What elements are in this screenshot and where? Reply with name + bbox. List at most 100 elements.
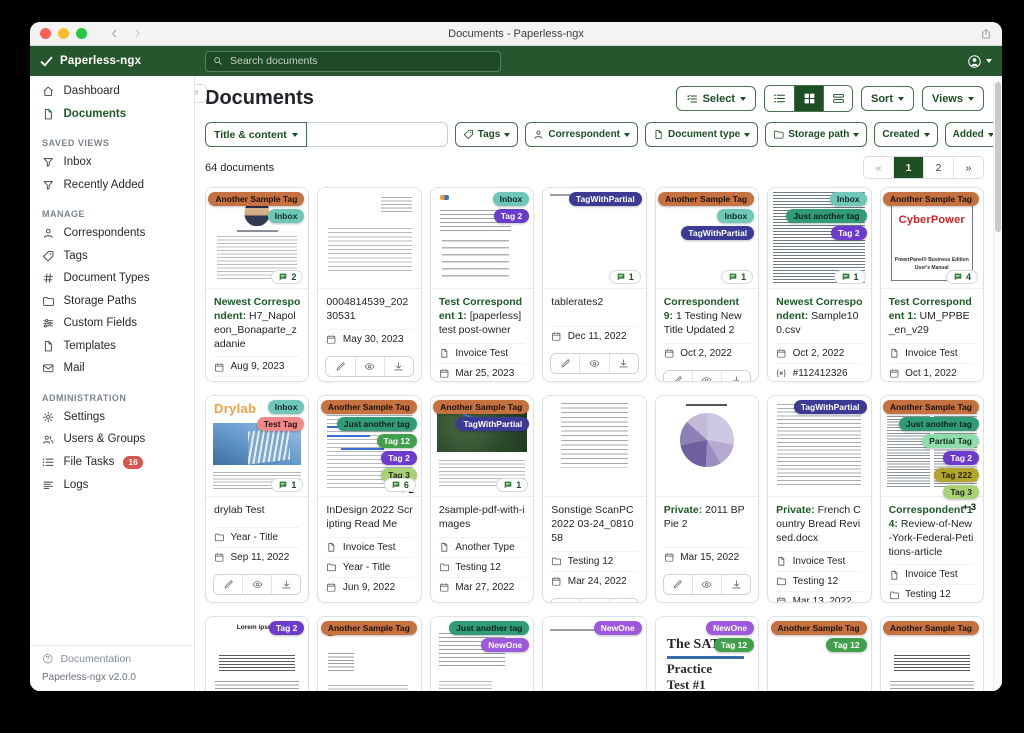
tag-tag-3[interactable]: Tag 3: [943, 485, 979, 499]
tag-just-another-tag[interactable]: Just another tag: [337, 417, 417, 431]
tag-tag-2[interactable]: Tag 2: [943, 451, 979, 465]
comment-count-badge[interactable]: 1: [834, 270, 866, 284]
pagination-item-[interactable]: «: [864, 157, 893, 178]
detail-calendar[interactable]: Mar 24, 2022: [551, 571, 637, 591]
filter-button-created[interactable]: Created: [874, 122, 937, 147]
detail-calendar[interactable]: Mar 25, 2023: [439, 363, 525, 382]
sidebar-item-dashboard[interactable]: Dashboard: [30, 80, 194, 103]
sort-button[interactable]: Sort: [861, 86, 914, 111]
comment-count-badge[interactable]: 4: [946, 270, 978, 284]
detail-calendar[interactable]: Mar 13, 2022: [776, 591, 862, 603]
tag-tag-222[interactable]: Tag 222: [934, 468, 979, 482]
document-card[interactable]: The SATPracticeTest #1NewOneTag 12: [655, 616, 759, 691]
tag-test-tag[interactable]: Test Tag: [257, 417, 305, 431]
view-button[interactable]: [579, 354, 608, 373]
detail-calendar[interactable]: Mar 15, 2022: [664, 547, 750, 567]
edit-button[interactable]: [664, 575, 692, 594]
document-card[interactable]: Sonstige ScanPC2022 03-24_081058Testing …: [542, 395, 646, 603]
document-title[interactable]: InDesign 2022 Scripting Read Me: [318, 497, 420, 537]
scrollbar-thumb[interactable]: [995, 82, 1001, 232]
tag-tag-2[interactable]: Tag 2: [831, 226, 867, 240]
detail-asn[interactable]: #1999: [214, 376, 300, 382]
sidebar-item-inbox[interactable]: Inbox: [30, 151, 194, 174]
view-rows-button[interactable]: [823, 86, 852, 111]
document-card[interactable]: InboxJust another tagTag 21Newest Corres…: [767, 187, 871, 382]
sidebar-item-settings[interactable]: Settings: [30, 406, 194, 429]
comment-count-badge[interactable]: 1: [496, 478, 528, 492]
download-button[interactable]: [271, 575, 300, 594]
document-card[interactable]: Lorem ipsumTag 2: [205, 616, 309, 691]
document-thumbnail[interactable]: [318, 188, 420, 288]
comment-count-badge[interactable]: 1: [271, 478, 303, 492]
edit-button[interactable]: [551, 354, 579, 373]
document-title[interactable]: tablerates2: [543, 289, 645, 315]
pagination-item-2[interactable]: 2: [923, 157, 953, 178]
sidebar-item-templates[interactable]: Templates: [30, 335, 194, 358]
sidebar-item-correspondents[interactable]: Correspondents: [30, 222, 194, 245]
document-card[interactable]: NewOne: [542, 616, 646, 691]
document-card[interactable]: CyberPowerPowerPanel® Business EditionUs…: [880, 187, 984, 382]
scrollbar[interactable]: [993, 76, 1002, 691]
view-list-button[interactable]: [765, 86, 794, 111]
tag-tag-2[interactable]: Tag 2: [494, 209, 530, 223]
tag-newone[interactable]: NewOne: [481, 638, 529, 652]
filter-button-tags[interactable]: Tags: [455, 122, 519, 147]
detail-folder[interactable]: Testing 12: [551, 551, 637, 571]
tag-newone[interactable]: NewOne: [594, 621, 642, 635]
document-card[interactable]: Another Sample TagInboxTagWithPartial1Co…: [655, 187, 759, 382]
pagination-item-[interactable]: »: [953, 157, 983, 178]
sidebar-item-document-types[interactable]: Document Types: [30, 267, 194, 290]
tag-just-another-tag[interactable]: Just another tag: [449, 621, 529, 635]
correspondent-link[interactable]: Private:: [664, 504, 705, 516]
document-title[interactable]: Private: French Country Bread Revised.do…: [768, 497, 870, 551]
detail-file[interactable]: Invoice Test: [889, 343, 975, 363]
tag-another-sample-tag[interactable]: Another Sample Tag: [883, 400, 979, 414]
document-title[interactable]: Newest Correspondent: H7_Napoleon_Bonapa…: [206, 289, 308, 356]
document-title[interactable]: drylab Test: [206, 497, 308, 523]
document-title[interactable]: Sonstige ScanPC2022 03-24_081058: [543, 497, 645, 551]
document-card[interactable]: 0004814539_20230531May 30, 2023: [317, 187, 421, 382]
document-card[interactable]: InboxTag 2Test Correspondent 1: [paperle…: [430, 187, 534, 382]
tag-inbox[interactable]: Inbox: [493, 192, 530, 206]
tag-inbox[interactable]: Inbox: [830, 192, 867, 206]
tag-newone[interactable]: NewOne: [706, 621, 754, 635]
sidebar-item-mail[interactable]: Mail: [30, 357, 194, 380]
view-button[interactable]: [242, 575, 271, 594]
pagination-item-1[interactable]: 1: [893, 157, 923, 178]
detail-file[interactable]: Another Type: [439, 537, 525, 557]
tag-tag-12[interactable]: Tag 12: [714, 638, 754, 652]
document-card[interactable]: Another Sample TagInbox2Newest Correspon…: [205, 187, 309, 382]
sidebar-collapse-button[interactable]: «: [195, 84, 207, 103]
document-title[interactable]: 2sample-pdf-with-images: [431, 497, 533, 537]
tag-tagwithpartial[interactable]: TagWithPartial: [569, 192, 642, 206]
tag-just-another-tag[interactable]: Just another tag: [899, 417, 979, 431]
filter-button-document-type[interactable]: Document type: [645, 122, 758, 147]
comment-count-badge[interactable]: 1: [609, 270, 641, 284]
download-button[interactable]: [721, 575, 750, 594]
share-icon[interactable]: [980, 28, 992, 40]
document-title[interactable]: Correspondent 9: 1 Testing New Title Upd…: [656, 289, 758, 343]
document-card[interactable]: DrylabInboxTest Tag1drylab TestYear - Ti…: [205, 395, 309, 603]
tag-another-sample-tag[interactable]: Another Sample Tag: [883, 192, 979, 206]
tag-partial-tag[interactable]: Partial Tag: [922, 434, 979, 448]
detail-calendar[interactable]: Mar 27, 2022: [439, 577, 525, 597]
filter-button-storage-path[interactable]: Storage path: [765, 122, 867, 147]
download-button[interactable]: [609, 599, 638, 603]
document-card[interactable]: Just another tag NewOne: [430, 616, 534, 691]
detail-calendar[interactable]: Oct 2, 2022: [776, 343, 862, 363]
document-card[interactable]: Private: 2011 BP Pie 2Mar 15, 2022: [655, 395, 759, 603]
tag-inbox[interactable]: Inbox: [268, 209, 305, 223]
sidebar-item-custom-fields[interactable]: Custom Fields: [30, 312, 194, 335]
detail-calendar[interactable]: Aug 9, 2023: [214, 356, 300, 376]
detail-file[interactable]: Invoice Test: [776, 551, 862, 571]
detail-calendar[interactable]: Jun 9, 2022: [326, 577, 412, 597]
detail-calendar[interactable]: Sep 11, 2022: [214, 547, 300, 567]
tag-another-sample-tag[interactable]: Another Sample Tag: [208, 192, 304, 206]
detail-calendar[interactable]: May 30, 2023: [326, 329, 412, 349]
download-button[interactable]: [384, 357, 413, 376]
tag-inbox[interactable]: Inbox: [717, 209, 754, 223]
view-grid-button[interactable]: [794, 86, 823, 111]
comment-count-badge[interactable]: 6: [384, 478, 416, 492]
sidebar-item-recently-added[interactable]: Recently Added: [30, 174, 194, 197]
tag-another-sample-tag[interactable]: Another Sample Tag: [658, 192, 754, 206]
